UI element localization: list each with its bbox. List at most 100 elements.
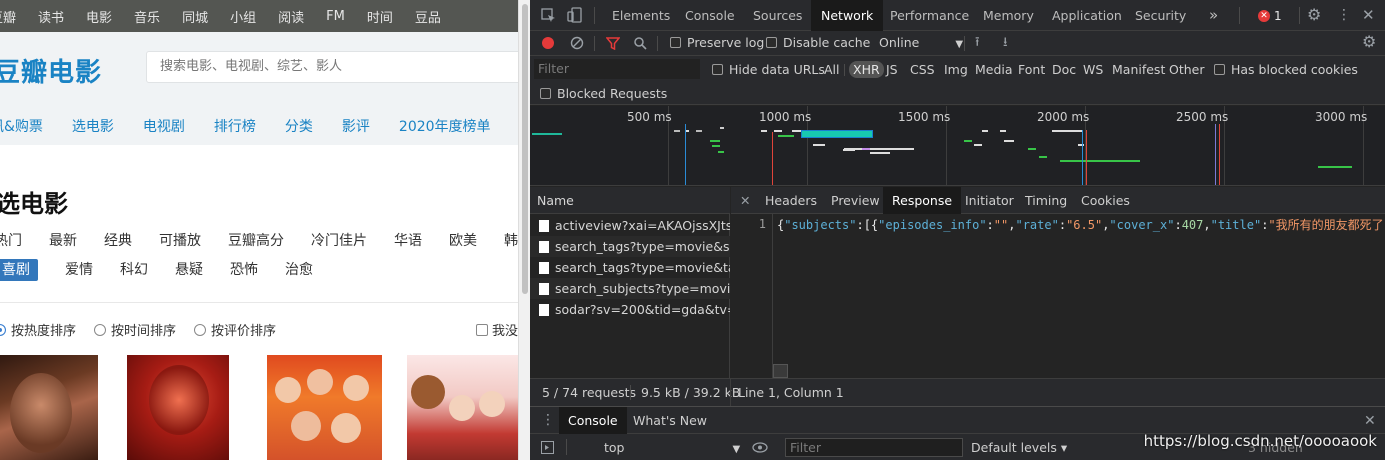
- close-devtools-icon[interactable]: ✕: [1362, 8, 1375, 23]
- tag[interactable]: 爱情: [65, 259, 93, 281]
- tag[interactable]: 欧美: [449, 230, 477, 252]
- filter-funnel-icon[interactable]: [606, 37, 620, 50]
- filter-type-other[interactable]: Other: [1169, 62, 1205, 77]
- hide-data-urls-checkbox[interactable]: Hide data URLs: [712, 62, 825, 77]
- more-options-icon[interactable]: ⋮: [1337, 8, 1351, 22]
- radio-selected[interactable]: [0, 323, 6, 336]
- drawer-menu-icon[interactable]: ⋮: [541, 413, 555, 427]
- tag[interactable]: 经典: [104, 230, 132, 252]
- tab-cookies[interactable]: Cookies: [1081, 187, 1130, 214]
- tag-active[interactable]: 喜剧: [0, 259, 38, 281]
- disable-cache-checkbox[interactable]: Disable cache: [766, 35, 870, 50]
- filter-type-ws[interactable]: WS: [1083, 62, 1103, 77]
- tab-preview[interactable]: Preview: [831, 187, 880, 214]
- name-column-header[interactable]: Name: [530, 187, 730, 214]
- request-row[interactable]: sodar?sv=200&tid=gda&tv=r...: [530, 299, 730, 320]
- tab-security[interactable]: Security: [1135, 0, 1186, 31]
- tab-elements[interactable]: Elements: [612, 0, 670, 31]
- topnav-item[interactable]: 读书: [38, 7, 64, 26]
- tag[interactable]: 冷门佳片: [311, 230, 367, 252]
- sort-option[interactable]: 按时间排序: [94, 320, 176, 339]
- topnav-item[interactable]: 小组: [230, 7, 256, 26]
- page-scrollbar[interactable]: [518, 0, 530, 460]
- filter-type-doc[interactable]: Doc: [1052, 62, 1076, 77]
- tab-network[interactable]: Network: [811, 0, 884, 31]
- tab-timing[interactable]: Timing: [1025, 187, 1067, 214]
- tag[interactable]: 豆瓣高分: [228, 230, 284, 252]
- topnav-item[interactable]: 音乐: [134, 7, 160, 26]
- context-selector[interactable]: top ▼: [604, 440, 740, 455]
- clear-icon[interactable]: [570, 36, 584, 50]
- tag[interactable]: 恐怖: [230, 259, 258, 281]
- close-drawer-icon[interactable]: ✕: [1364, 414, 1376, 428]
- tab-headers[interactable]: Headers: [765, 187, 817, 214]
- tab-response[interactable]: Response: [883, 187, 962, 214]
- filter-type-img[interactable]: Img: [944, 62, 968, 77]
- tab-performance[interactable]: Performance: [890, 0, 969, 31]
- checkbox[interactable]: [712, 64, 723, 75]
- close-detail-icon[interactable]: ✕: [740, 187, 750, 214]
- more-tabs-icon[interactable]: »: [1209, 0, 1218, 31]
- tag[interactable]: 治愈: [285, 259, 313, 281]
- request-row[interactable]: search_tags?type=movie&so...: [530, 236, 730, 257]
- console-filter-input[interactable]: Filter: [785, 438, 963, 457]
- radio[interactable]: [94, 323, 107, 336]
- show-sidebar-icon[interactable]: [541, 441, 554, 454]
- filter-type-font[interactable]: Font: [1018, 62, 1045, 77]
- checkbox[interactable]: [540, 88, 551, 99]
- checkbox[interactable]: [766, 37, 777, 48]
- inspect-element-icon[interactable]: [541, 8, 556, 23]
- response-body[interactable]: {"subjects":[{"episodes_info":"","rate":…: [777, 217, 1384, 233]
- tag[interactable]: 可播放: [159, 230, 201, 252]
- subnav-item[interactable]: 选电影: [72, 116, 114, 136]
- topnav-item[interactable]: 电影: [86, 7, 112, 26]
- tab-initiator[interactable]: Initiator: [965, 187, 1014, 214]
- search-icon[interactable]: [633, 36, 647, 50]
- import-har-icon[interactable]: ⭱: [975, 36, 980, 50]
- throttling-select[interactable]: Online ▼: [879, 35, 963, 50]
- network-overview-timeline[interactable]: 500 ms 1000 ms 1500 ms 2000 ms 2500 ms 3…: [530, 106, 1385, 186]
- device-toolbar-icon[interactable]: [567, 7, 583, 24]
- subnav-item[interactable]: 2020年度榜单: [399, 116, 491, 136]
- request-row[interactable]: search_tags?type=movie&ta...: [530, 257, 730, 278]
- search-input[interactable]: 搜索电影、电视剧、综艺、影人: [146, 51, 518, 83]
- export-har-icon[interactable]: ⭳: [1003, 36, 1008, 50]
- live-expression-eye-icon[interactable]: [752, 442, 768, 453]
- topnav-item[interactable]: FM: [326, 9, 345, 24]
- playable-checkbox[interactable]: 我没: [476, 320, 518, 339]
- network-settings-gear-icon[interactable]: ⚙: [1362, 34, 1376, 50]
- subnav-item[interactable]: 讯&购票: [0, 116, 43, 136]
- filter-input[interactable]: Filter: [534, 59, 700, 79]
- tag[interactable]: 韩: [504, 230, 518, 252]
- preserve-log-checkbox[interactable]: Preserve log: [670, 35, 764, 50]
- filter-type-media[interactable]: Media: [975, 62, 1013, 77]
- sort-option[interactable]: 按评价排序: [194, 320, 276, 339]
- checkbox[interactable]: [670, 37, 681, 48]
- radio[interactable]: [194, 323, 207, 336]
- sort-option[interactable]: 按热度排序: [0, 320, 76, 339]
- blocked-requests-checkbox[interactable]: Blocked Requests: [540, 86, 667, 101]
- tab-application[interactable]: Application: [1052, 0, 1122, 31]
- pretty-print-icon[interactable]: [773, 364, 788, 378]
- tab-memory[interactable]: Memory: [983, 0, 1034, 31]
- filter-type-manifest[interactable]: Manifest: [1112, 62, 1165, 77]
- tag[interactable]: 科幻: [120, 259, 148, 281]
- filter-type-xhr[interactable]: XHR: [849, 61, 884, 78]
- movie-poster[interactable]: [0, 355, 98, 460]
- tab-console[interactable]: Console: [685, 0, 735, 31]
- tab-whats-new[interactable]: What's New: [633, 407, 707, 434]
- tag[interactable]: 华语: [394, 230, 422, 252]
- has-blocked-cookies-checkbox[interactable]: Has blocked cookies: [1214, 62, 1358, 77]
- filter-type-css[interactable]: CSS: [910, 62, 935, 77]
- scrollbar-thumb[interactable]: [522, 4, 528, 294]
- tag[interactable]: 最新: [49, 230, 77, 252]
- record-icon[interactable]: [542, 37, 554, 49]
- request-row[interactable]: search_subjects?type=movie...: [530, 278, 730, 299]
- subnav-item[interactable]: 影评: [342, 116, 370, 136]
- movie-poster[interactable]: [267, 355, 382, 460]
- filter-type-js[interactable]: JS: [886, 62, 898, 77]
- tab-sources[interactable]: Sources: [753, 0, 802, 31]
- subnav-item[interactable]: 分类: [285, 116, 313, 136]
- subnav-item[interactable]: 电视剧: [143, 116, 185, 136]
- movie-poster[interactable]: [127, 355, 229, 460]
